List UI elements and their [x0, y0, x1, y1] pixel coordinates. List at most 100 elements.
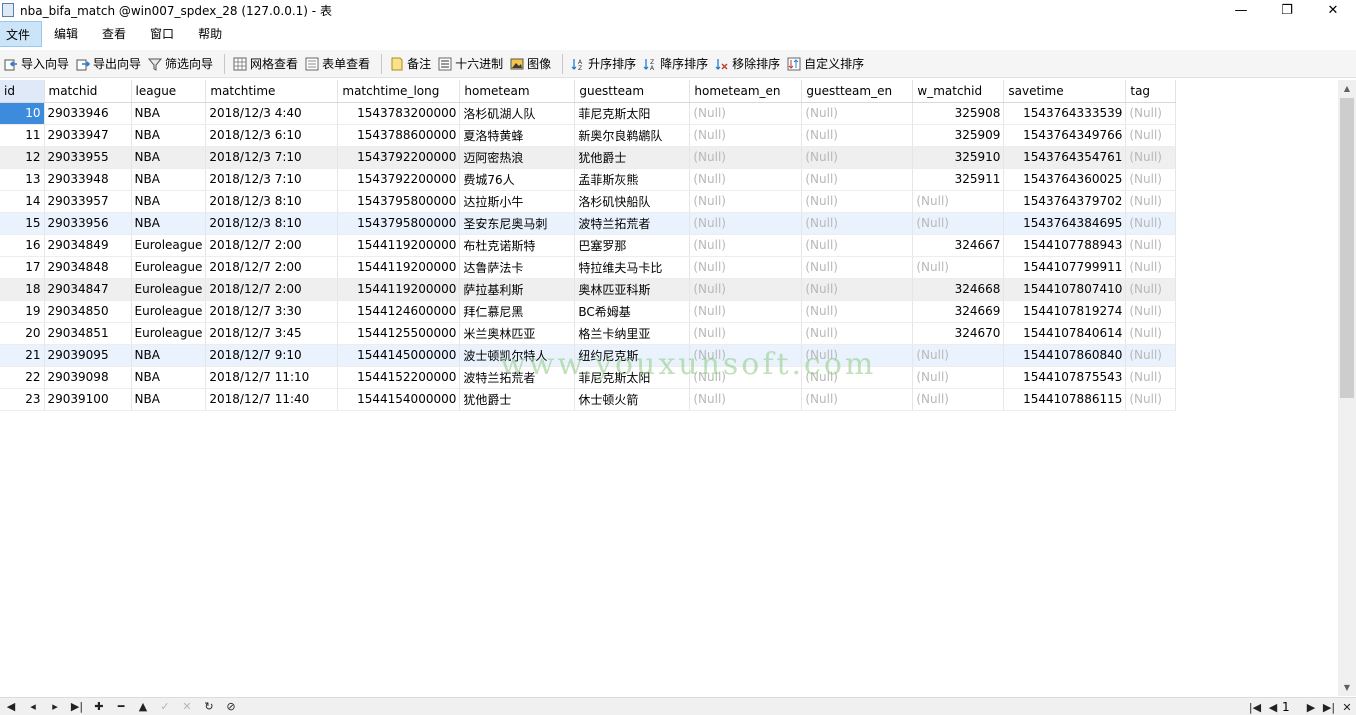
cell-savetime[interactable]: 1543764349766: [1003, 124, 1127, 147]
cell-matchtime-long[interactable]: 1543792200000: [337, 146, 461, 169]
cell-hometeam[interactable]: 迈阿密热浪: [459, 146, 576, 169]
cell-matchtime-long[interactable]: 1544154000000: [337, 388, 461, 411]
cell-league[interactable]: NBA: [131, 168, 207, 191]
delete-record-icon[interactable]: ━: [110, 698, 132, 715]
cell-hometeam-en[interactable]: (Null): [689, 344, 803, 367]
cell-savetime[interactable]: 1544107788943: [1003, 234, 1127, 257]
cell-w-matchid[interactable]: (Null): [912, 344, 1005, 367]
cell-w-matchid[interactable]: (Null): [912, 388, 1005, 411]
cell-matchtime-long[interactable]: 1543795800000: [337, 212, 461, 235]
cell-hometeam-en[interactable]: (Null): [689, 278, 803, 301]
cell-matchid[interactable]: 29033956: [44, 212, 132, 235]
cell-hometeam-en[interactable]: (Null): [689, 256, 803, 279]
cell-guestteam-en[interactable]: (Null): [801, 256, 914, 279]
cell-league[interactable]: NBA: [131, 102, 207, 125]
cell-matchid[interactable]: 29034850: [44, 300, 132, 323]
cell-matchtime-long[interactable]: 1544119200000: [337, 234, 461, 257]
cell-league[interactable]: Euroleague: [131, 300, 207, 323]
cell-matchtime[interactable]: 2018/12/7 3:45: [205, 322, 339, 345]
cell-guestteam-en[interactable]: (Null): [801, 322, 914, 345]
first-page-icon[interactable]: |◀: [1246, 698, 1264, 715]
cell-guestteam-en[interactable]: (Null): [801, 344, 914, 367]
previous-record-icon[interactable]: ◂: [22, 698, 44, 715]
cell-savetime[interactable]: 1544107886115: [1003, 388, 1127, 411]
cell-league[interactable]: Euroleague: [131, 256, 207, 279]
cell-matchtime-long[interactable]: 1544152200000: [337, 366, 461, 389]
cell-matchid[interactable]: 29033957: [44, 190, 132, 213]
scrollbar-thumb[interactable]: [1340, 98, 1354, 398]
cell-matchid[interactable]: 29039095: [44, 344, 132, 367]
cell-hometeam-en[interactable]: (Null): [689, 300, 803, 323]
table-row[interactable]: 13 29033948 NBA 2018/12/3 7:10 1543792200000…: [0, 168, 1177, 191]
cell-w-matchid[interactable]: (Null): [912, 366, 1005, 389]
table-row[interactable]: 22 29039098 NBA 2018/12/7 11:10 154415220000…: [0, 366, 1177, 389]
cell-w-matchid[interactable]: 324667: [912, 234, 1005, 257]
scroll-up-arrow-icon[interactable]: ▲: [1338, 80, 1356, 97]
cell-hometeam[interactable]: 萨拉基利斯: [459, 278, 576, 301]
cell-savetime[interactable]: 1544107799911: [1003, 256, 1127, 279]
cell-tag[interactable]: (Null): [1125, 234, 1177, 257]
cell-hometeam-en[interactable]: (Null): [689, 212, 803, 235]
cell-hometeam[interactable]: 达拉斯小牛: [459, 190, 576, 213]
cell-id[interactable]: 18: [0, 278, 45, 301]
cell-matchtime-long[interactable]: 1544119200000: [337, 256, 461, 279]
form-view-button[interactable]: 表单查看: [303, 52, 375, 76]
cell-hometeam[interactable]: 圣安东尼奥马刺: [459, 212, 576, 235]
cell-guestteam-en[interactable]: (Null): [801, 388, 914, 411]
custom-sort-button[interactable]: 自定义排序: [785, 52, 869, 76]
cell-hometeam[interactable]: 费城76人: [459, 168, 576, 191]
cell-matchtime-long[interactable]: 1543788600000: [337, 124, 461, 147]
cell-league[interactable]: Euroleague: [131, 322, 207, 345]
cell-guestteam[interactable]: 犹他爵士: [574, 146, 691, 169]
cell-matchtime[interactable]: 2018/12/3 6:10: [205, 124, 339, 147]
cell-guestteam-en[interactable]: (Null): [801, 278, 914, 301]
image-button[interactable]: 图像: [508, 52, 556, 76]
cell-guestteam-en[interactable]: (Null): [801, 146, 914, 169]
menu-view[interactable]: 查看: [90, 21, 138, 47]
cell-tag[interactable]: (Null): [1125, 300, 1177, 323]
last-record-icon[interactable]: ▶|: [66, 698, 88, 715]
cell-tag[interactable]: (Null): [1125, 366, 1177, 389]
cell-tag[interactable]: (Null): [1125, 212, 1177, 235]
cell-tag[interactable]: (Null): [1125, 146, 1177, 169]
cell-matchtime[interactable]: 2018/12/3 4:40: [205, 102, 339, 125]
column-header-matchtime[interactable]: matchtime: [205, 80, 339, 103]
column-header-tag[interactable]: tag: [1125, 80, 1177, 103]
cell-id[interactable]: 13: [0, 168, 45, 191]
filter-wizard-button[interactable]: 筛选向导: [146, 52, 218, 76]
cell-matchid[interactable]: 29034847: [44, 278, 132, 301]
first-record-icon[interactable]: ◀: [0, 698, 22, 715]
cell-matchtime-long[interactable]: 1544125500000: [337, 322, 461, 345]
cell-league[interactable]: NBA: [131, 344, 207, 367]
cell-guestteam[interactable]: 格兰卡纳里亚: [574, 322, 691, 345]
cell-id[interactable]: 23: [0, 388, 45, 411]
export-wizard-button[interactable]: 导出向导: [74, 52, 146, 76]
cell-id[interactable]: 17: [0, 256, 45, 279]
menu-edit[interactable]: 编辑: [42, 21, 90, 47]
discard-changes-icon[interactable]: ✕: [176, 698, 198, 715]
grid-view-button[interactable]: 网格查看: [231, 52, 303, 76]
cell-tag[interactable]: (Null): [1125, 278, 1177, 301]
cell-guestteam-en[interactable]: (Null): [801, 234, 914, 257]
cell-matchtime-long[interactable]: 1543795800000: [337, 190, 461, 213]
cell-w-matchid[interactable]: 325911: [912, 168, 1005, 191]
cell-matchid[interactable]: 29039100: [44, 388, 132, 411]
cell-league[interactable]: NBA: [131, 190, 207, 213]
cell-matchid[interactable]: 29039098: [44, 366, 132, 389]
refresh-icon[interactable]: ↻: [198, 698, 220, 715]
cell-savetime[interactable]: 1544107807410: [1003, 278, 1127, 301]
cell-guestteam[interactable]: 奥林匹亚科斯: [574, 278, 691, 301]
cell-hometeam[interactable]: 洛杉矶湖人队: [459, 102, 576, 125]
cell-w-matchid[interactable]: 324670: [912, 322, 1005, 345]
cell-hometeam[interactable]: 米兰奥林匹亚: [459, 322, 576, 345]
column-header-hometeam[interactable]: hometeam: [459, 80, 576, 103]
cell-guestteam-en[interactable]: (Null): [801, 124, 914, 147]
last-page-icon[interactable]: ▶|: [1320, 698, 1338, 715]
table-row[interactable]: 12 29033955 NBA 2018/12/3 7:10 1543792200000…: [0, 146, 1177, 169]
cell-savetime[interactable]: 1543764384695: [1003, 212, 1127, 235]
cell-matchtime[interactable]: 2018/12/7 2:00: [205, 256, 339, 279]
next-record-icon[interactable]: ▸: [44, 698, 66, 715]
cell-id[interactable]: 22: [0, 366, 45, 389]
cell-guestteam-en[interactable]: (Null): [801, 300, 914, 323]
cell-id[interactable]: 15: [0, 212, 45, 235]
